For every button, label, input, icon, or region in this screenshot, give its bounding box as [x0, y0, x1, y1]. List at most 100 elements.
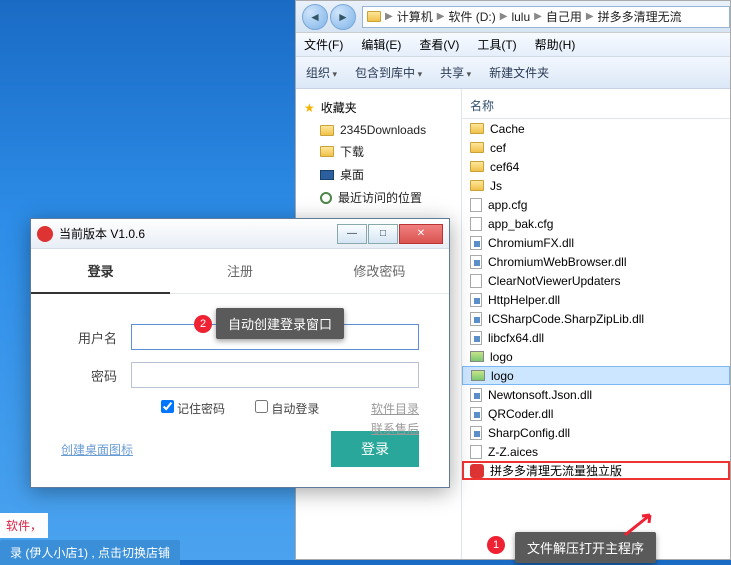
- create-shortcut-link[interactable]: 创建桌面图标: [61, 441, 133, 458]
- file-name: ChromiumFX.dll: [488, 236, 574, 250]
- login-window: 当前版本 V1.0.6 — □ ✕ 登录 注册 修改密码 用户名 密码 记住密码…: [30, 218, 450, 488]
- share-button[interactable]: 共享: [440, 64, 471, 81]
- file-name: logo: [491, 369, 514, 383]
- folder-icon: [470, 161, 484, 172]
- explorer-toolbar: 组织 包含到库中 共享 新建文件夹: [296, 57, 730, 89]
- menu-help[interactable]: 帮助(H): [535, 36, 576, 53]
- file-name: Newtonsoft.Json.dll: [488, 388, 592, 402]
- include-button[interactable]: 包含到库中: [355, 64, 422, 81]
- folder-icon: [320, 146, 334, 157]
- file-row[interactable]: QRCoder.dll: [462, 404, 730, 423]
- password-input[interactable]: [131, 362, 419, 388]
- menu-edit[interactable]: 编辑(E): [361, 36, 401, 53]
- autologin-checkbox[interactable]: 自动登录: [255, 400, 319, 417]
- folder-icon: [470, 123, 484, 134]
- dll-icon: [470, 312, 482, 326]
- file-row[interactable]: SharpConfig.dll: [462, 423, 730, 442]
- dll-icon: [470, 388, 482, 402]
- tree-favorites[interactable]: ★ 收藏夹: [302, 95, 455, 120]
- maximize-button[interactable]: □: [368, 224, 398, 244]
- aftersale-link[interactable]: 联系售后: [371, 419, 419, 439]
- crumb-item[interactable]: 自己用: [546, 8, 582, 25]
- explorer-filelist: 名称 Cache cef cef64 Js app.cfg app_bak.cfg Chro…: [462, 89, 730, 559]
- file-row[interactable]: ChromiumFX.dll: [462, 233, 730, 252]
- explorer-menubar: 文件(F) 编辑(E) 查看(V) 工具(T) 帮助(H): [296, 33, 730, 57]
- recent-icon: [320, 192, 332, 204]
- menu-tools[interactable]: 工具(T): [477, 36, 516, 53]
- login-title-text: 当前版本 V1.0.6: [59, 225, 145, 242]
- folder-icon: [367, 11, 381, 22]
- file-name: logo: [490, 350, 513, 364]
- dll-icon: [470, 426, 482, 440]
- file-name: cef64: [490, 160, 519, 174]
- file-name: ClearNotViewerUpdaters: [488, 274, 621, 288]
- crumb-item[interactable]: lulu: [511, 10, 530, 24]
- tree-item[interactable]: 最近访问的位置: [302, 186, 455, 209]
- file-name: 拼多多清理无流量独立版: [490, 462, 622, 479]
- column-header-name[interactable]: 名称: [462, 93, 730, 119]
- dll-icon: [470, 255, 482, 269]
- nav-forward-button[interactable]: ►: [330, 4, 356, 30]
- desktop-text-fragment: 软件，: [0, 513, 48, 538]
- menu-file[interactable]: 文件(F): [304, 36, 343, 53]
- folder-icon: [320, 125, 334, 136]
- crumb-item[interactable]: 拼多多清理无流: [598, 8, 682, 25]
- file-name: cef: [490, 141, 506, 155]
- tab-changepw[interactable]: 修改密码: [310, 249, 449, 293]
- file-name: SharpConfig.dll: [488, 426, 570, 440]
- password-label: 密码: [61, 366, 131, 385]
- file-row[interactable]: app_bak.cfg: [462, 214, 730, 233]
- file-row[interactable]: 拼多多清理无流量独立版: [462, 461, 730, 480]
- file-row[interactable]: logo: [462, 366, 730, 385]
- organize-button[interactable]: 组织: [306, 64, 337, 81]
- softdir-link[interactable]: 软件目录: [371, 399, 419, 419]
- file-row[interactable]: HttpHelper.dll: [462, 290, 730, 309]
- file-row[interactable]: Cache: [462, 119, 730, 138]
- file-icon: [470, 274, 482, 288]
- newfolder-button[interactable]: 新建文件夹: [489, 64, 549, 81]
- file-row[interactable]: cef64: [462, 157, 730, 176]
- file-name: HttpHelper.dll: [488, 293, 560, 307]
- tab-register[interactable]: 注册: [170, 249, 309, 293]
- nav-back-button[interactable]: ◄: [302, 4, 328, 30]
- callout-num-2: 2: [194, 315, 212, 333]
- file-row[interactable]: Newtonsoft.Json.dll: [462, 385, 730, 404]
- file-row[interactable]: logo: [462, 347, 730, 366]
- tree-item[interactable]: 2345Downloads: [302, 120, 455, 140]
- file-row[interactable]: ClearNotViewerUpdaters: [462, 271, 730, 290]
- callout-num-1: 1: [487, 536, 505, 554]
- file-row[interactable]: Z-Z.aices: [462, 442, 730, 461]
- file-row[interactable]: app.cfg: [462, 195, 730, 214]
- file-name: QRCoder.dll: [488, 407, 553, 421]
- dll-icon: [470, 331, 482, 345]
- crumb-item[interactable]: 软件 (D:): [448, 8, 495, 25]
- remember-checkbox[interactable]: 记住密码: [161, 400, 225, 417]
- tree-item[interactable]: 下载: [302, 140, 455, 163]
- arrow-icon: [620, 510, 660, 540]
- tab-login[interactable]: 登录: [31, 249, 170, 294]
- desktop-taskbar-fragment: 录 (伊人小店1) , 点击切换店铺: [0, 540, 180, 565]
- dll-icon: [470, 407, 482, 421]
- file-icon: [470, 217, 482, 231]
- file-row[interactable]: ChromiumWebBrowser.dll: [462, 252, 730, 271]
- close-button[interactable]: ✕: [399, 224, 443, 244]
- breadcrumb[interactable]: ▶ 计算机 ▶ 软件 (D:) ▶ lulu ▶ 自己用 ▶ 拼多多清理无流: [362, 6, 730, 28]
- folder-icon: [470, 180, 484, 191]
- file-row[interactable]: libcfx64.dll: [462, 328, 730, 347]
- file-name: app_bak.cfg: [488, 217, 553, 231]
- tree-item[interactable]: 桌面: [302, 163, 455, 186]
- login-tabs: 登录 注册 修改密码: [31, 249, 449, 294]
- crumb-item[interactable]: 计算机: [397, 8, 433, 25]
- file-row[interactable]: ICSharpCode.SharpZipLib.dll: [462, 309, 730, 328]
- minimize-button[interactable]: —: [337, 224, 367, 244]
- file-row[interactable]: Js: [462, 176, 730, 195]
- file-name: Cache: [490, 122, 525, 136]
- file-row[interactable]: cef: [462, 138, 730, 157]
- menu-view[interactable]: 查看(V): [419, 36, 459, 53]
- app-icon: [470, 464, 484, 478]
- file-name: ICSharpCode.SharpZipLib.dll: [488, 312, 644, 326]
- star-icon: ★: [304, 101, 315, 115]
- app-icon: [37, 226, 53, 242]
- login-titlebar[interactable]: 当前版本 V1.0.6 — □ ✕: [31, 219, 449, 249]
- file-name: app.cfg: [488, 198, 527, 212]
